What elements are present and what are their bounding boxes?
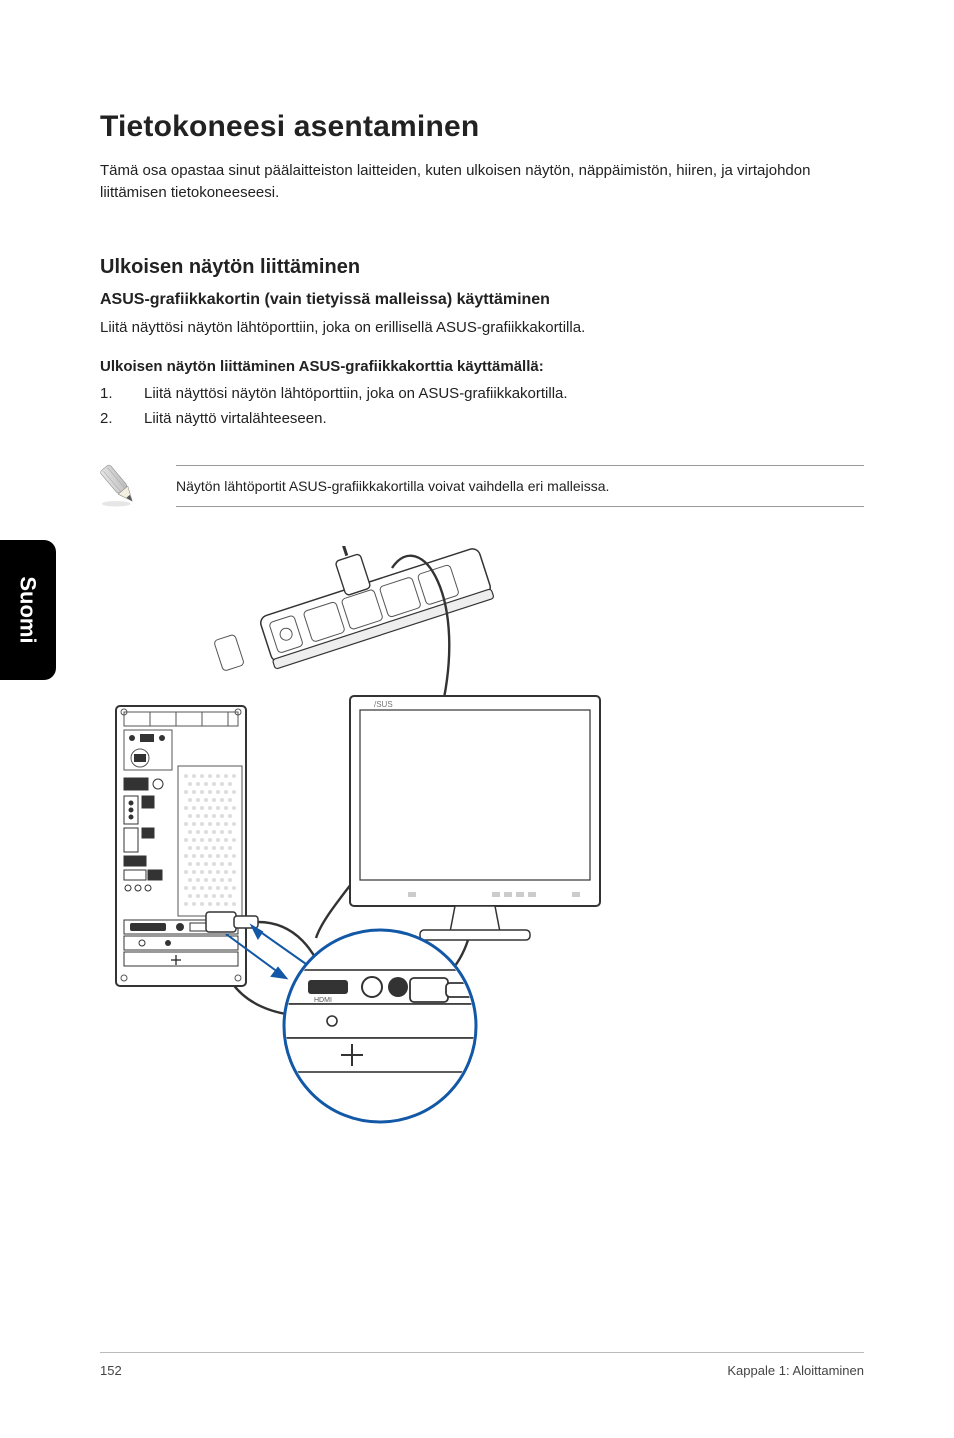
page-footer: 152 Kappale 1: Aloittaminen bbox=[100, 1352, 864, 1378]
setup-illustration: /SUS bbox=[110, 546, 630, 1126]
note-text-box: Näytön lähtöportit ASUS-grafiikkakortill… bbox=[176, 465, 864, 507]
step-number: 1. bbox=[100, 385, 144, 402]
chapter-label: Kappale 1: Aloittaminen bbox=[727, 1363, 864, 1378]
svg-text:HDMI: HDMI bbox=[314, 997, 332, 1004]
subsection-heading: ASUS-grafiikkakortin (vain tietyissä mal… bbox=[100, 291, 864, 309]
section-body-text: Liitä näyttösi näytön lähtöporttiin, jok… bbox=[100, 319, 864, 336]
page-title: Tietokoneesi asentaminen bbox=[100, 110, 864, 144]
page-number: 152 bbox=[100, 1363, 122, 1378]
pencil-icon bbox=[92, 457, 146, 516]
section-heading: Ulkoisen näytön liittäminen bbox=[100, 256, 864, 279]
step-text: Liitä näyttö virtalähteeseen. bbox=[144, 410, 327, 427]
list-item: 2. Liitä näyttö virtalähteeseen. bbox=[100, 410, 864, 427]
steps-heading: Ulkoisen näytön liittäminen ASUS-grafiik… bbox=[100, 358, 864, 375]
step-number: 2. bbox=[100, 410, 144, 427]
svg-text:/SUS: /SUS bbox=[374, 700, 393, 709]
step-text: Liitä näyttösi näytön lähtöporttiin, jok… bbox=[144, 385, 568, 402]
intro-paragraph: Tämä osa opastaa sinut päälaitteiston la… bbox=[100, 160, 864, 204]
steps-list: 1. Liitä näyttösi näytön lähtöporttiin, … bbox=[100, 385, 864, 427]
note-text: Näytön lähtöportit ASUS-grafiikkakortill… bbox=[176, 478, 609, 494]
list-item: 1. Liitä näyttösi näytön lähtöporttiin, … bbox=[100, 385, 864, 402]
note-callout: Näytön lähtöportit ASUS-grafiikkakortill… bbox=[92, 457, 864, 516]
page-content: Tietokoneesi asentaminen Tämä osa opasta… bbox=[0, 0, 954, 1438]
